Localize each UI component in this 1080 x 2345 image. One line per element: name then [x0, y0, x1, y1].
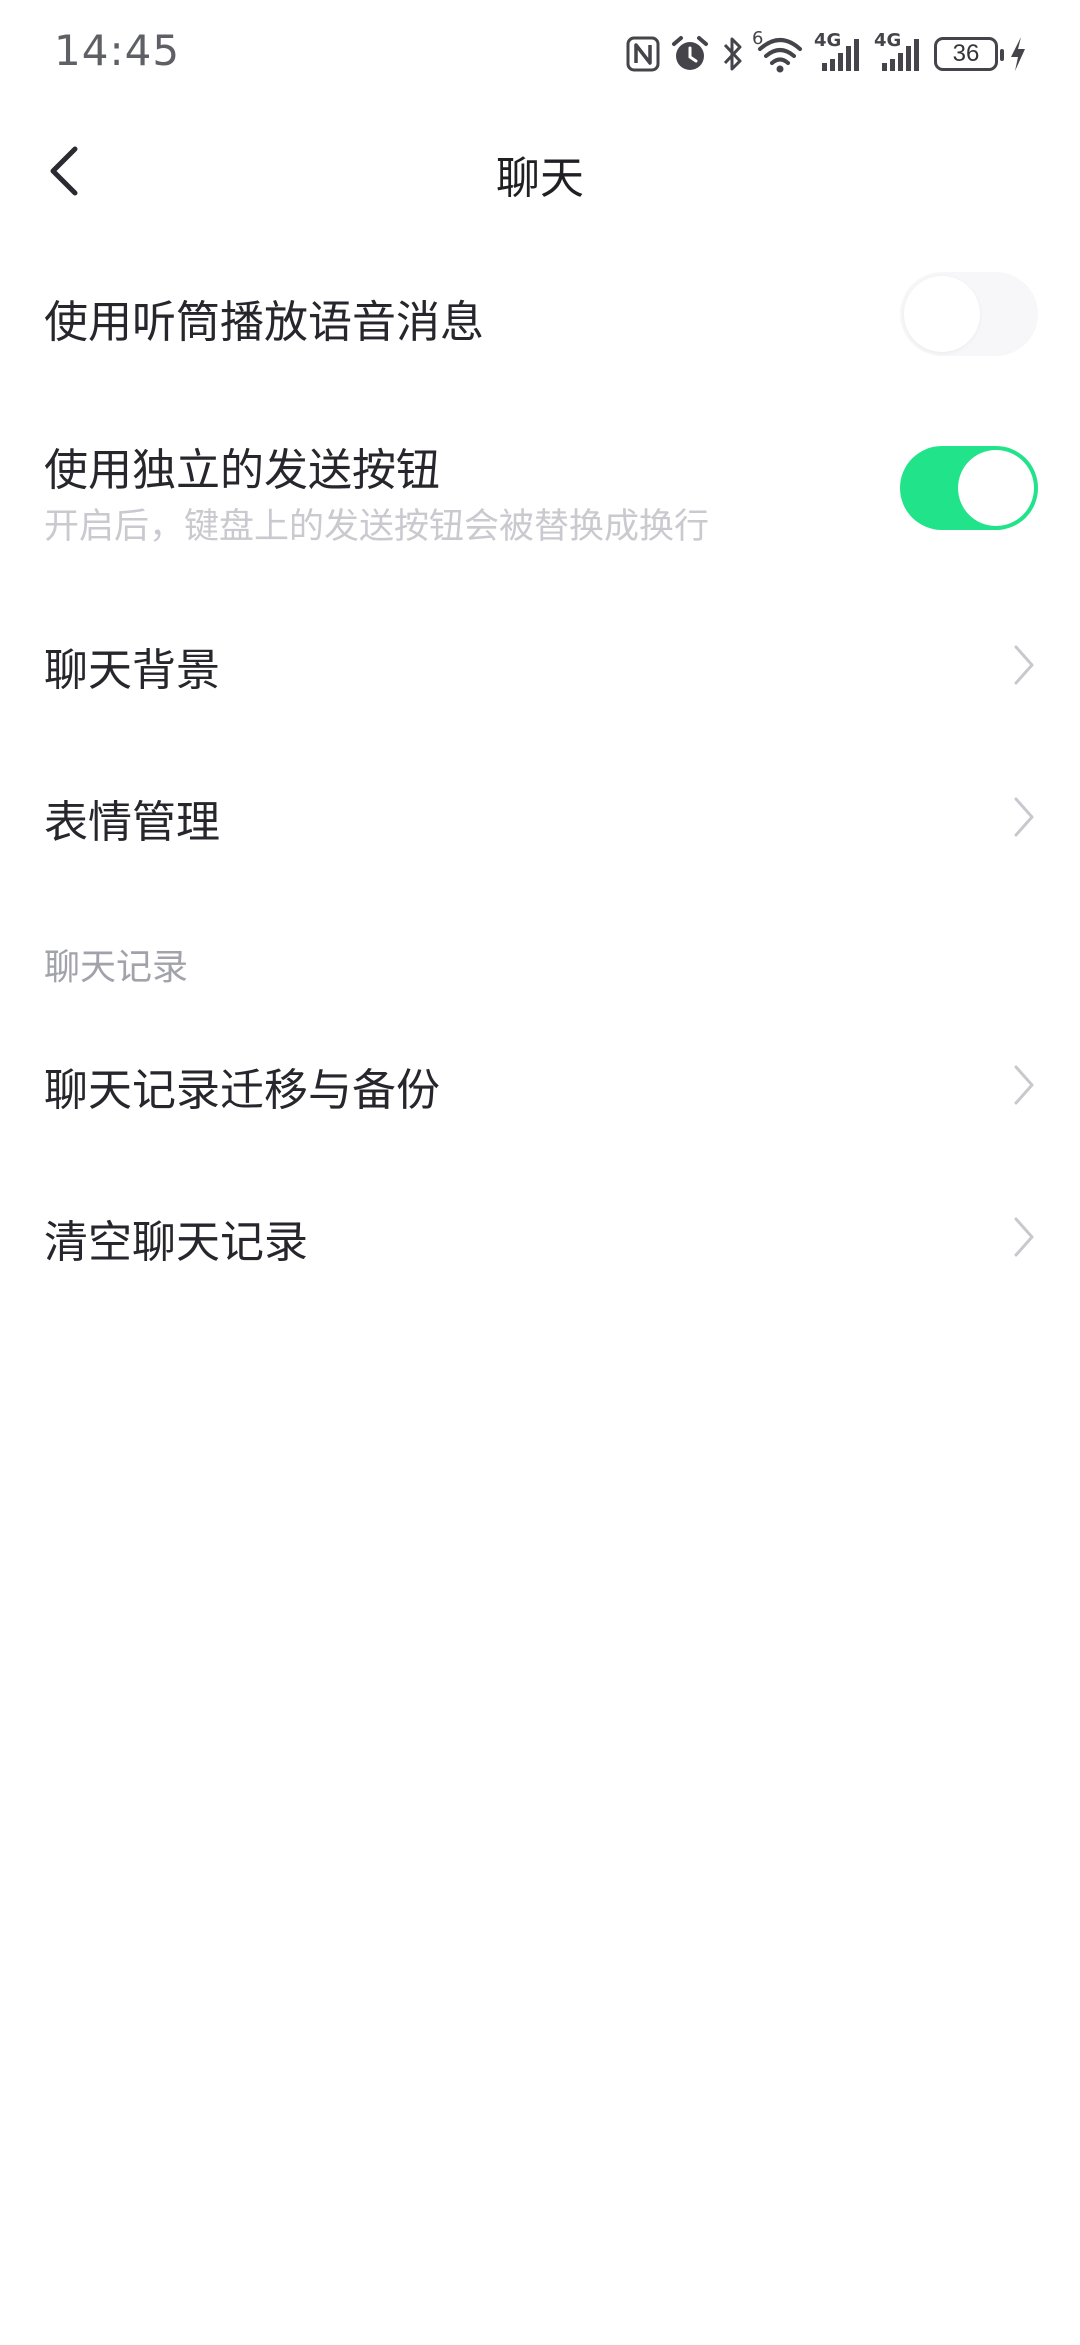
wifi-badge: 6: [752, 28, 764, 49]
alarm-icon: [670, 34, 710, 74]
signal-icon: 4G: [814, 30, 864, 74]
page-title: 聊天: [496, 153, 584, 204]
send-button-toggle[interactable]: [900, 446, 1038, 530]
send-button-setting-row: 使用独立的发送按钮 开启后，键盘上的发送按钮会被替换成换行: [0, 410, 1080, 580]
chat-background-label: 聊天背景: [44, 645, 220, 696]
header: 聊天: [0, 110, 1080, 240]
sticker-management-label: 表情管理: [44, 797, 220, 848]
bluetooth-icon: [720, 34, 746, 74]
network-type-label: 4G: [814, 30, 842, 51]
migrate-backup-label: 聊天记录迁移与备份: [44, 1065, 440, 1116]
status-icons: 6 4G 4G 36: [626, 28, 1028, 78]
battery-icon: 36: [934, 34, 1004, 74]
toggle-knob: [904, 276, 980, 352]
send-button-setting-description: 开启后，键盘上的发送按钮会被替换成换行: [44, 507, 710, 547]
wifi-icon: 6: [752, 28, 804, 74]
chat-background-row[interactable]: 聊天背景: [0, 600, 1080, 730]
chevron-right-icon: [1004, 792, 1044, 842]
chevron-right-icon: [1004, 1212, 1044, 1262]
status-bar: 14:45 6 4G 4G 36: [0, 0, 1080, 110]
clear-history-label: 清空聊天记录: [44, 1217, 308, 1268]
send-button-setting-label: 使用独立的发送按钮: [44, 445, 440, 496]
earpiece-setting-label: 使用听筒播放语音消息: [44, 297, 484, 348]
network-type-label: 4G: [874, 30, 902, 51]
earpiece-toggle[interactable]: [900, 272, 1038, 356]
sticker-management-row[interactable]: 表情管理: [0, 752, 1080, 882]
status-time: 14:45: [54, 26, 181, 75]
chevron-right-icon: [1004, 640, 1044, 690]
signal-icon: 4G: [874, 30, 924, 74]
chat-history-section-header: 聊天记录: [44, 947, 189, 988]
charging-icon: [1008, 34, 1028, 74]
chevron-right-icon: [1004, 1060, 1044, 1110]
earpiece-setting-row: 使用听筒播放语音消息: [0, 250, 1080, 380]
nfc-icon: [626, 34, 660, 74]
migrate-backup-row[interactable]: 聊天记录迁移与备份: [0, 1020, 1080, 1150]
toggle-knob: [958, 450, 1034, 526]
clear-history-row[interactable]: 清空聊天记录: [0, 1172, 1080, 1302]
battery-level: 36: [934, 37, 1004, 71]
